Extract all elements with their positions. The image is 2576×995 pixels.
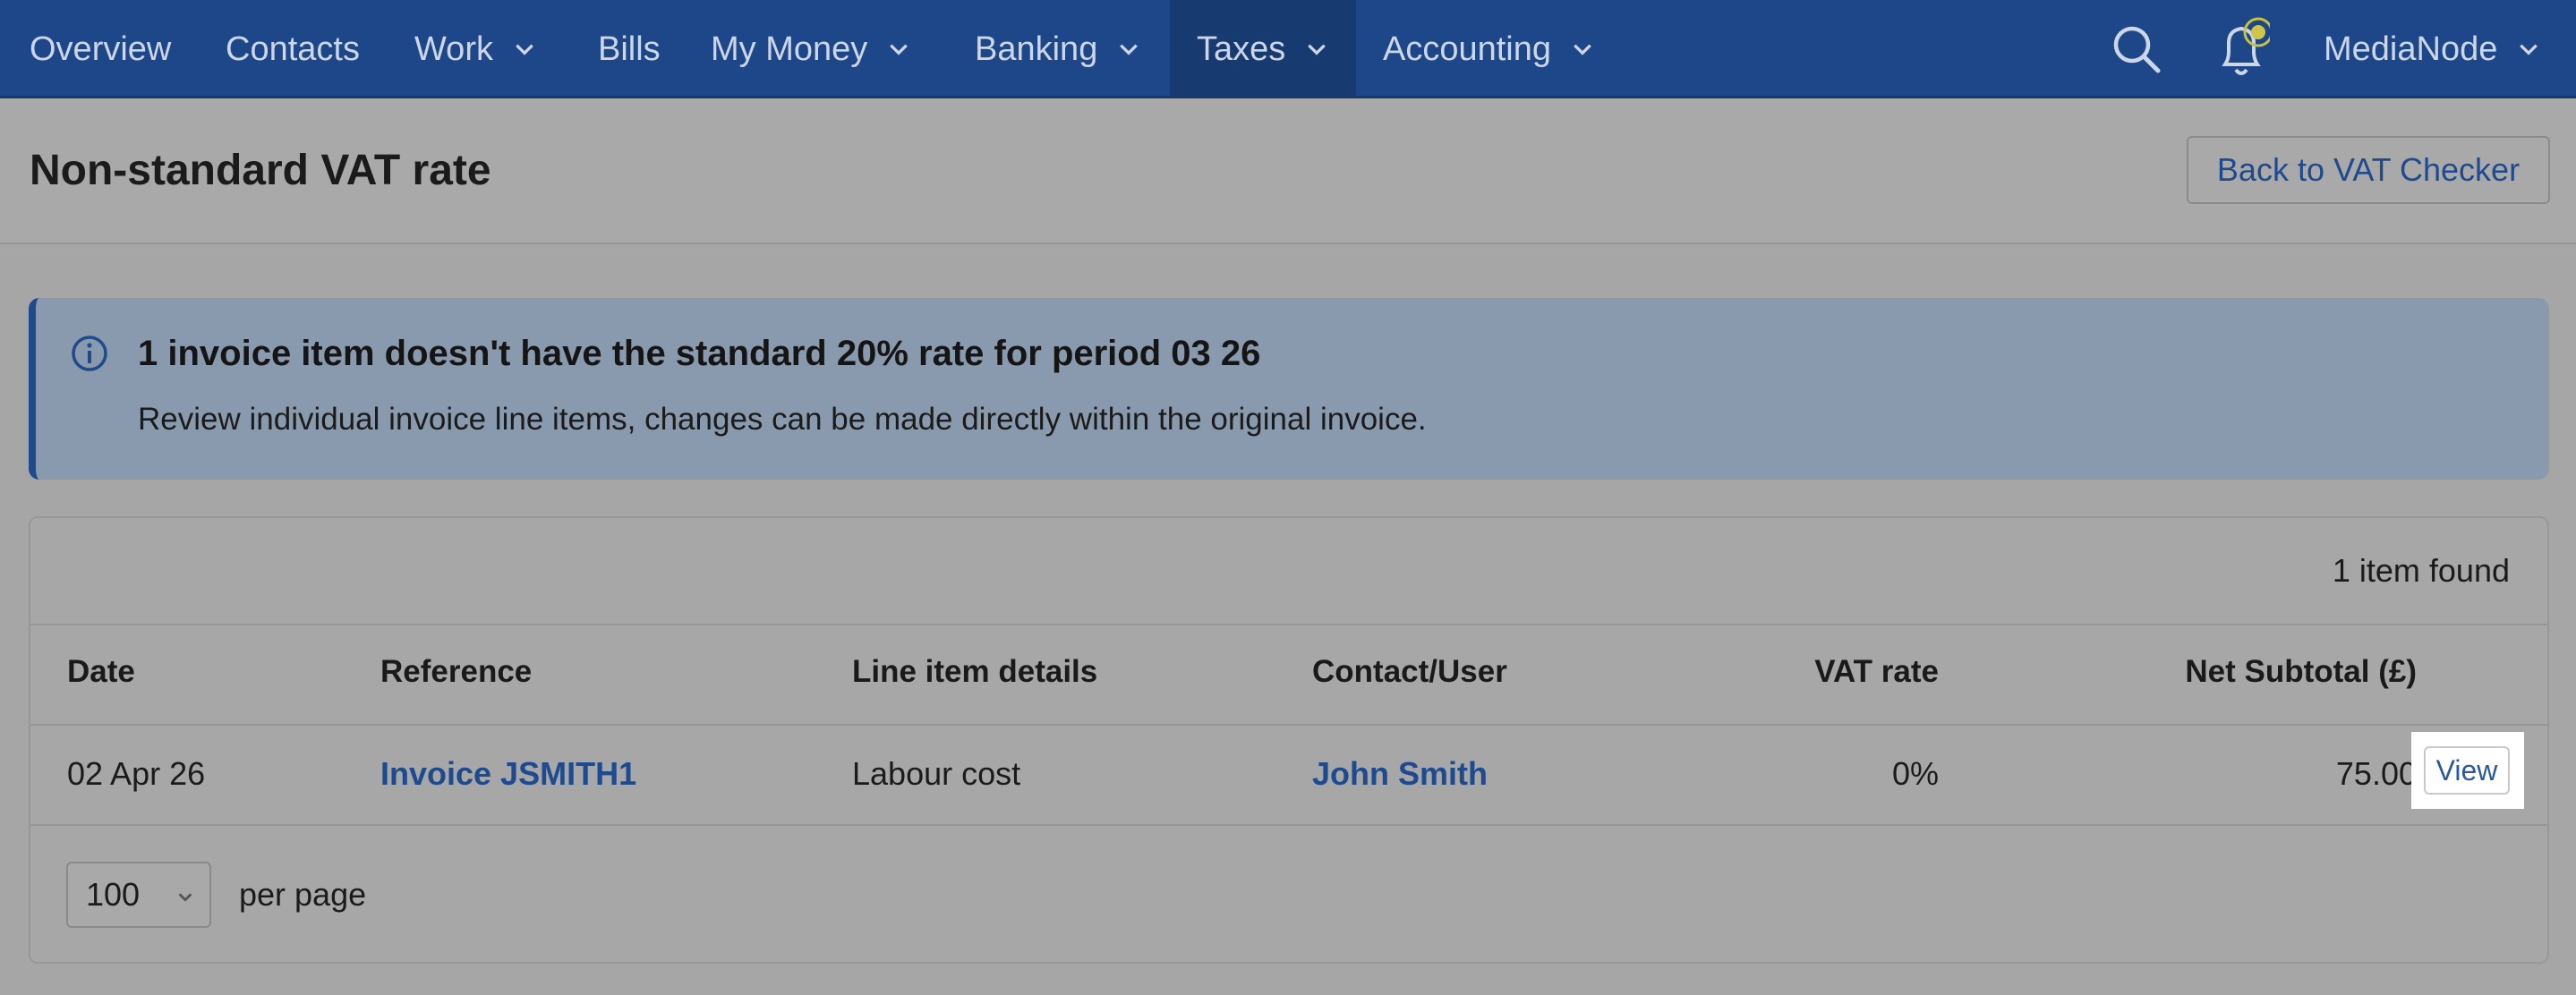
view-button[interactable]: View — [2424, 746, 2510, 795]
column-header-net-subtotal: Net Subtotal (£) — [2185, 654, 2417, 689]
banner-title: 1 invoice item doesn't have the standard… — [138, 334, 1261, 373]
chevron-down-icon — [1308, 44, 1326, 55]
per-page-value: 100 — [86, 876, 141, 913]
nav-item-label: My Money — [711, 30, 868, 68]
nav-item-bills[interactable]: Bills — [598, 0, 661, 98]
nav-item-banking[interactable]: Banking — [975, 0, 1140, 98]
view-button-highlight: View — [2411, 732, 2524, 809]
row-vat-rate: 0% — [1891, 755, 1939, 792]
banner-text: Review individual invoice line items, ch… — [138, 402, 1427, 437]
nav-item-label: Bills — [598, 30, 661, 68]
nav-item-taxes[interactable]: Taxes — [1170, 0, 1356, 98]
info-icon — [72, 336, 107, 371]
item-count: 1 item found — [2332, 552, 2510, 589]
notifications-button[interactable] — [2216, 0, 2270, 98]
nav-item-overview[interactable]: Overview — [30, 0, 171, 98]
column-header-reference: Reference — [380, 654, 533, 689]
row-contact-link[interactable]: John Smith — [1312, 755, 1488, 793]
chevron-down-icon — [178, 893, 192, 902]
chevron-down-icon — [1120, 44, 1139, 55]
column-header-contact-user: Contact/User — [1312, 654, 1507, 689]
page-header: Non-standard VAT rate Back to VAT Checke… — [0, 98, 2576, 244]
per-page-label: per page — [239, 876, 367, 913]
chevron-down-icon — [890, 44, 908, 55]
divider — [30, 824, 2547, 826]
nav-item-contacts[interactable]: Contacts — [226, 0, 360, 98]
column-header-vat-rate: VAT rate — [1814, 654, 1939, 689]
user-name: MediaNode — [2324, 30, 2498, 68]
user-menu[interactable]: MediaNode — [2324, 0, 2540, 98]
nav-item-label: Banking — [975, 30, 1098, 68]
row-date: 02 Apr 26 — [67, 755, 206, 792]
nav-item-label: Work — [414, 30, 493, 68]
search-button[interactable] — [2111, 0, 2162, 98]
column-header-date: Date — [67, 654, 135, 689]
nav-item-work[interactable]: Work — [414, 0, 536, 98]
results-panel: 1 item found Date Reference Line item de… — [29, 516, 2549, 964]
row-reference-link[interactable]: Invoice JSMITH1 — [380, 755, 636, 793]
nav-item-label: Accounting — [1383, 30, 1552, 68]
page-title: Non-standard VAT rate — [30, 147, 491, 194]
top-navigation: Overview Contacts Work Bills My Money Ba… — [0, 0, 2576, 98]
bell-icon — [2222, 17, 2270, 75]
chevron-down-icon — [516, 44, 533, 55]
chevron-down-icon — [2520, 44, 2538, 55]
row-net-subtotal: 75.00 — [2335, 755, 2417, 792]
divider — [30, 624, 2547, 625]
nav-item-label: Contacts — [226, 30, 360, 68]
nav-item-accounting[interactable]: Accounting — [1383, 0, 1594, 98]
column-header-line-item-details: Line item details — [852, 654, 1098, 689]
per-page-select[interactable]: 100 — [66, 862, 211, 928]
info-banner: 1 invoice item doesn't have the standard… — [29, 298, 2549, 480]
nav-item-label: Taxes — [1197, 30, 1286, 68]
chevron-down-icon — [1574, 44, 1591, 55]
row-line-item-details: Labour cost — [852, 755, 1021, 792]
nav-item-label: Overview — [30, 30, 172, 68]
nav-item-my-money[interactable]: My Money — [711, 0, 910, 98]
back-to-vat-checker-button[interactable]: Back to VAT Checker — [2187, 136, 2550, 204]
divider — [30, 724, 2547, 726]
search-icon — [2113, 26, 2161, 73]
